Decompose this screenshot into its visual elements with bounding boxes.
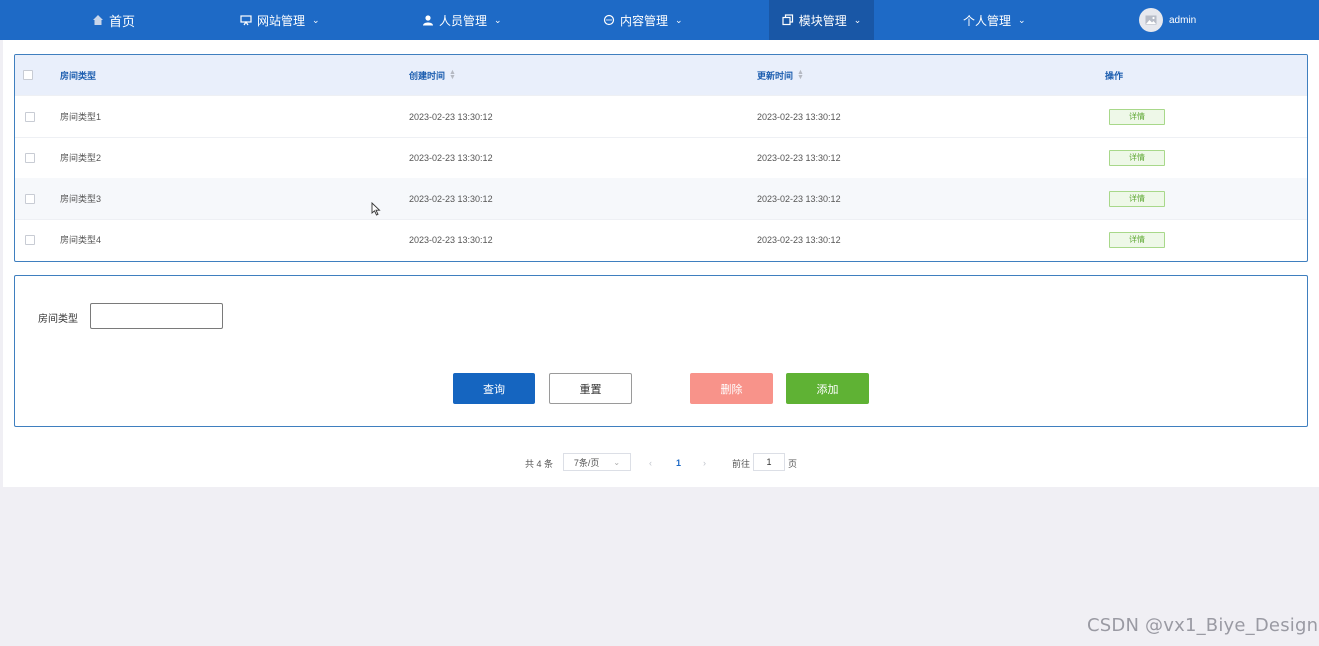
cell-updated: 2023-02-23 13:30:12 [757,152,841,163]
goto-label: 前往 [732,458,751,469]
delete-button[interactable]: 删除 [690,373,773,404]
table-header: 房间类型 创建时间 ▲ ▼ 更新时间 ▲ ▼ 操作 [15,55,1307,96]
nav-content-label: 内容管理 [620,13,669,28]
copy-icon [782,14,793,26]
row-checkbox[interactable] [25,193,35,204]
cell-updated: 2023-02-23 13:30:12 [757,234,841,245]
chevron-down-icon: ⌄ [613,457,621,467]
nav-home-label: 首页 [109,13,136,29]
cell-type: 房间类型2 [60,153,102,163]
page-unit: 页 [788,458,798,469]
cell-type: 房间类型1 [60,112,102,122]
nav-module-label: 模块管理 [798,13,847,28]
row-checkbox[interactable] [25,152,35,163]
reset-button[interactable]: 重置 [549,373,632,404]
row-checkbox[interactable] [25,234,35,245]
nav-staff[interactable]: 人员管理 ⌄ [422,0,502,40]
nav-staff-label: 人员管理 [439,13,488,28]
chat-icon [603,14,615,26]
row-checkbox[interactable] [25,111,35,122]
page-size-value: 7条/页 [573,457,600,468]
cell-created: 2023-02-23 13:30:12 [409,152,493,163]
header-ops: 操作 [1105,70,1124,81]
goto-page-input[interactable]: 1 [753,453,785,471]
page-size-select[interactable]: 7条/页 ⌄ [563,453,631,471]
user-icon [423,15,433,26]
cell-updated: 2023-02-23 13:30:12 [757,111,841,122]
username: admin [1169,14,1197,26]
table-row: 房间类型3 2023-02-23 13:30:12 2023-02-23 13:… [15,178,1307,220]
detail-button[interactable]: 详情 [1109,190,1165,207]
cell-updated: 2023-02-23 13:30:12 [757,193,841,204]
cell-type: 房间类型3 [60,194,102,204]
query-button[interactable]: 查询 [453,373,535,404]
header-type: 房间类型 [60,70,97,81]
chevron-down-icon: ⌄ [1018,14,1026,25]
chevron-down-icon: ⌄ [675,14,683,25]
page-number[interactable]: 1 [676,454,681,472]
search-form: 房间类型 查询 重置 删除 添加 [14,275,1308,427]
nav-personal[interactable]: 个人管理 ⌄ [963,0,1026,40]
mouse-cursor-icon [371,202,381,216]
add-button[interactable]: 添加 [786,373,869,404]
data-table: 房间类型 创建时间 ▲ ▼ 更新时间 ▲ ▼ 操作 房间类型1 2023-02-23… [14,54,1308,262]
header-created[interactable]: 创建时间 ▲ ▼ [409,55,456,95]
cell-type: 房间类型4 [60,235,102,245]
detail-button[interactable]: 详情 [1109,108,1165,125]
total-count: 共 4 条 [525,458,554,469]
cell-created: 2023-02-23 13:30:12 [409,111,493,122]
header-updated-label: 更新时间 [757,70,794,81]
nav-personal-label: 个人管理 [963,13,1012,28]
chevron-down-icon: ⌄ [853,14,862,25]
table-row: 房间类型1 2023-02-23 13:30:12 2023-02-23 13:… [15,96,1307,138]
sort-icon[interactable]: ▲ ▼ [449,69,456,81]
table-row: 房间类型2 2023-02-23 13:30:12 2023-02-23 13:… [15,137,1307,179]
select-all-checkbox[interactable] [23,70,33,80]
chevron-down-icon: ⌄ [312,14,320,25]
chevron-down-icon: ⌄ [494,14,502,25]
nav-site[interactable]: 网站管理 ⌄ [240,0,320,40]
watermark: CSDN @vx1_Biye_Design [1087,615,1319,636]
header-created-label: 创建时间 [409,70,446,81]
sort-icon[interactable]: ▲ ▼ [797,69,804,81]
cell-created: 2023-02-23 13:30:12 [409,193,493,204]
nav-home[interactable]: 首页 [92,0,135,40]
detail-button[interactable]: 详情 [1109,149,1165,166]
room-type-label: 房间类型 [38,314,78,325]
prev-page-icon[interactable]: ‹ [649,454,652,472]
home-icon [93,15,103,25]
next-page-icon[interactable]: › [703,454,706,472]
header-updated[interactable]: 更新时间 ▲ ▼ [757,55,804,95]
top-nav: 首页 网站管理 ⌄ 人员管理 ⌄ 内容管理 ⌄ 模块管理 ⌄ 个人管理 ⌄ ad… [0,0,1319,40]
nav-content[interactable]: 内容管理 ⌄ [603,0,683,40]
nav-site-label: 网站管理 [257,13,306,28]
monitor-icon [240,15,252,26]
detail-button[interactable]: 详情 [1109,231,1165,248]
user-menu[interactable]: admin [1139,0,1196,40]
nav-module[interactable]: 模块管理 ⌄ [769,0,874,40]
room-type-input[interactable] [90,303,223,329]
cell-created: 2023-02-23 13:30:12 [409,234,493,245]
image-icon [1145,15,1157,25]
table-row: 房间类型4 2023-02-23 13:30:12 2023-02-23 13:… [15,219,1307,260]
avatar [1139,8,1163,32]
